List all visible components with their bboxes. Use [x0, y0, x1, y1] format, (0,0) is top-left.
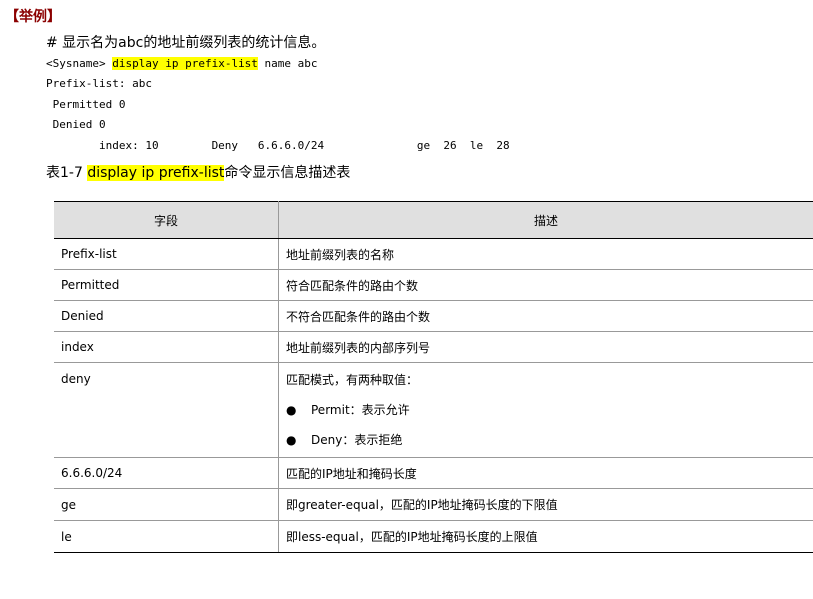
code-prompt: <Sysname>	[46, 57, 113, 70]
caption-prefix: 表1-7	[46, 165, 88, 181]
table-row: le 即less-equal，匹配的IP地址掩码长度的上限值	[54, 520, 813, 553]
table-row: 6.6.6.0/24 匹配的IP地址和掩码长度	[54, 457, 813, 489]
field-cell: Prefix-list	[54, 238, 279, 270]
caption-suffix: 命令显示信息描述表	[224, 165, 351, 181]
description-cell: 匹配模式，有两种取值： ● Permit：表示允许 ● Deny：表示拒绝	[278, 362, 813, 458]
header-field: 字段	[54, 201, 279, 239]
field-cell: 6.6.6.0/24	[54, 457, 279, 489]
table-row: Permitted 符合匹配条件的路由个数	[54, 269, 813, 301]
bullet-dot-icon: ●	[286, 433, 297, 447]
table-row: index 地址前缀列表的内部序列号	[54, 331, 813, 363]
caption-command-highlight: display ip prefix-list	[87, 165, 225, 181]
field-cell: index	[54, 331, 279, 363]
code-args: name abc	[257, 57, 318, 70]
description-cell: 即greater-equal，匹配的IP地址掩码长度的下限值	[278, 488, 813, 521]
description-intro: 匹配模式，有两种取值：	[286, 373, 419, 387]
code-line-1: <Sysname> display ip prefix-list name ab…	[46, 57, 318, 71]
code-command-highlight: display ip prefix-list	[112, 57, 258, 70]
bullet-dot-icon: ●	[286, 403, 297, 417]
field-cell: ge	[54, 488, 279, 521]
table-row: Prefix-list 地址前缀列表的名称	[54, 238, 813, 270]
description-cell: 地址前缀列表的内部序列号	[278, 331, 813, 363]
description-cell: 符合匹配条件的路由个数	[278, 269, 813, 301]
field-cell: Denied	[54, 300, 279, 332]
field-cell: Permitted	[54, 269, 279, 301]
table-row: Denied 不符合匹配条件的路由个数	[54, 300, 813, 332]
example-comment: # 显示名为abc的地址前缀列表的统计信息。	[46, 35, 326, 51]
code-line-4: Denied 0	[46, 118, 106, 131]
table-row: ge 即greater-equal，匹配的IP地址掩码长度的下限值	[54, 488, 813, 521]
example-heading: 【举例】	[5, 9, 61, 25]
bullet-item: ● Deny：表示拒绝	[286, 432, 806, 448]
description-cell: 匹配的IP地址和掩码长度	[278, 457, 813, 489]
description-cell: 即less-equal，匹配的IP地址掩码长度的上限值	[278, 520, 813, 553]
field-cell: le	[54, 520, 279, 553]
code-line-2: Prefix-list: abc	[46, 77, 152, 90]
description-cell: 地址前缀列表的名称	[278, 238, 813, 270]
bullet-text: Permit：表示允许	[311, 403, 410, 417]
table-header-row: 字段 描述	[54, 201, 813, 239]
field-cell: deny	[54, 362, 279, 458]
code-line-5: index: 10 Deny 6.6.6.0/24 ge 26 le 28	[46, 139, 510, 152]
table-row: deny 匹配模式，有两种取值： ● Permit：表示允许 ● Deny：表示…	[54, 362, 813, 458]
code-line-3: Permitted 0	[46, 98, 126, 111]
table-caption: 表1-7 display ip prefix-list命令显示信息描述表	[46, 164, 350, 182]
header-description: 描述	[278, 201, 813, 239]
description-table: 字段 描述 Prefix-list 地址前缀列表的名称 Permitted 符合…	[54, 201, 813, 553]
bullet-text: Deny：表示拒绝	[311, 433, 403, 447]
bullet-item: ● Permit：表示允许	[286, 402, 806, 418]
description-cell: 不符合匹配条件的路由个数	[278, 300, 813, 332]
